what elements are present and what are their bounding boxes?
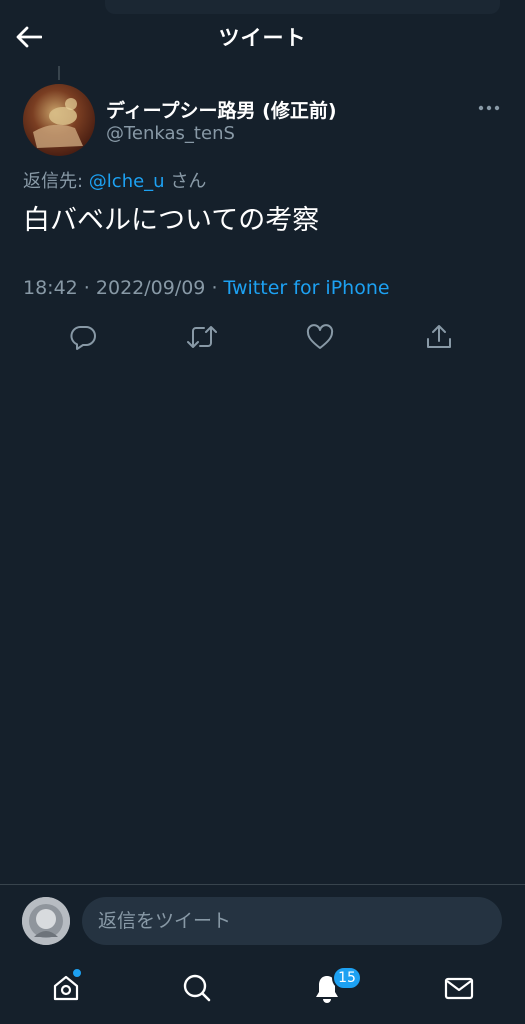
reply-button[interactable] — [67, 321, 99, 353]
more-options-button[interactable] — [474, 96, 504, 120]
tweet-date: 2022/09/09 — [95, 277, 206, 299]
tweet-detail-screen: ツイート ディープシー路男 (修正前) @Tenkas_tenS 返信先: @l… — [0, 0, 525, 1024]
reply-to-suffix: さん — [164, 171, 207, 192]
reply-to-line: 返信先: @lche_u さん — [23, 167, 206, 193]
reply-composer — [0, 884, 525, 956]
more-icon — [478, 105, 500, 111]
tab-search[interactable] — [177, 968, 217, 1008]
tweet-time: 18:42 — [23, 277, 78, 299]
header-top-edge — [105, 0, 500, 14]
tweet-source-link[interactable]: Twitter for iPhone — [224, 277, 390, 299]
page-title: ツイート — [218, 26, 307, 50]
home-new-dot — [72, 968, 82, 978]
display-name[interactable]: ディープシー路男 (修正前) — [106, 96, 337, 123]
like-button[interactable] — [304, 321, 336, 353]
tab-messages[interactable] — [439, 968, 479, 1008]
meta-separator: · — [77, 277, 96, 299]
header: ツイート — [0, 0, 525, 72]
messages-icon — [444, 977, 474, 1000]
user-avatar[interactable] — [22, 897, 70, 945]
tweet-meta: 18:42 · 2022/09/09 · Twitter for iPhone — [23, 277, 390, 299]
thread-line — [58, 66, 60, 80]
reply-input[interactable] — [82, 897, 502, 945]
meta-separator: · — [205, 277, 224, 299]
like-icon — [306, 324, 334, 349]
notifications-badge: 15 — [332, 966, 362, 990]
tweet-text: 白バベルについての考察 — [23, 205, 320, 236]
tweet-actions — [0, 321, 525, 353]
reply-icon — [70, 326, 96, 350]
share-button[interactable] — [423, 321, 455, 353]
retweet-icon — [187, 326, 217, 348]
user-handle[interactable]: @Tenkas_tenS — [106, 123, 235, 144]
search-icon — [183, 974, 211, 1002]
reply-to-prefix: 返信先: — [23, 171, 89, 192]
avatar[interactable] — [23, 84, 95, 156]
retweet-button[interactable] — [186, 321, 218, 353]
reply-mention-link[interactable]: @lche_u — [89, 171, 165, 192]
share-icon — [427, 325, 451, 348]
